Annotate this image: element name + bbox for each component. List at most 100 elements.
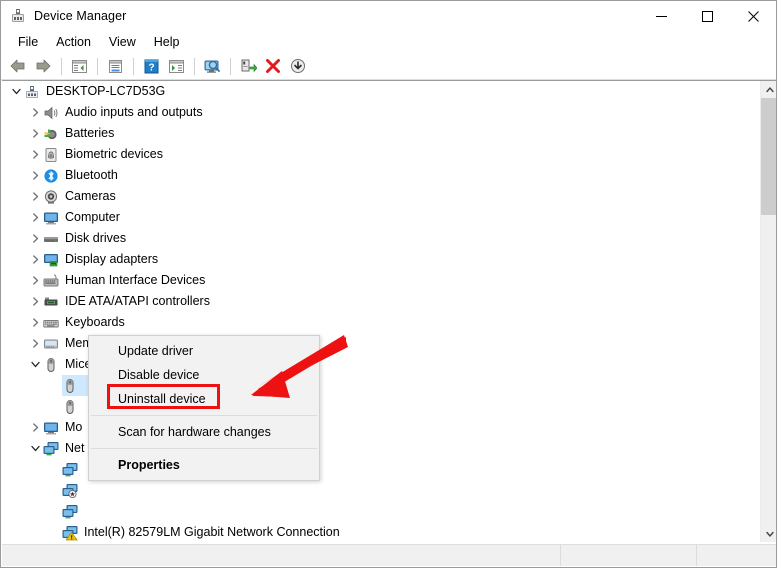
tree-item-batteries[interactable]: Batteries <box>2 123 754 144</box>
toolbar-separator-3 <box>133 57 134 75</box>
tree-item-label: Batteries <box>65 126 115 140</box>
network-adapter-icon <box>43 441 59 457</box>
scroll-up-button[interactable] <box>761 81 776 98</box>
chevron-right-icon[interactable] <box>27 333 43 354</box>
network-adapter-warning-icon <box>62 525 78 541</box>
tree-item-ide-ata-atapi-controllers[interactable]: IDE ATA/ATAPI controllers <box>2 291 754 312</box>
chevron-right-icon[interactable] <box>27 270 43 291</box>
context-menu-item-disable-device[interactable]: Disable device <box>89 363 319 387</box>
window-title: Device Manager <box>34 9 127 23</box>
chevron-right-icon[interactable] <box>27 312 43 333</box>
chevron-right-icon[interactable] <box>27 144 43 165</box>
tree-item-label: Net <box>65 441 85 455</box>
menu-help[interactable]: Help <box>145 32 189 52</box>
help-button[interactable]: ? <box>139 55 163 77</box>
back-button[interactable] <box>6 55 30 77</box>
tree-item-bluetooth[interactable]: Bluetooth <box>2 165 754 186</box>
tree-item-network-device-3[interactable] <box>2 501 754 522</box>
tree-item-human-interface-devices[interactable]: Human Interface Devices <box>2 270 754 291</box>
menu-action[interactable]: Action <box>47 32 100 52</box>
chevron-right-icon[interactable] <box>27 165 43 186</box>
scroll-down-button[interactable] <box>761 525 776 542</box>
fingerprint-icon <box>43 147 59 163</box>
bluetooth-icon <box>43 168 59 184</box>
uninstall-device-button[interactable] <box>261 55 285 77</box>
update-driver-button[interactable] <box>236 55 260 77</box>
context-menu-item-update-driver[interactable]: Update driver <box>89 339 319 363</box>
tree-item-cameras[interactable]: Cameras <box>2 186 754 207</box>
toolbar-separator-2 <box>97 57 98 75</box>
chevron-down-icon[interactable] <box>27 354 43 375</box>
chevron-right-icon[interactable] <box>27 207 43 228</box>
vertical-scrollbar[interactable] <box>760 81 776 542</box>
chevron-down-icon[interactable] <box>8 81 24 102</box>
mouse-icon <box>62 378 78 394</box>
keyboard-icon <box>43 315 59 331</box>
tree-item-label: Audio inputs and outputs <box>65 105 203 119</box>
chevron-right-icon[interactable] <box>27 186 43 207</box>
tree-item-label: Keyboards <box>65 315 125 329</box>
tree-item-computer[interactable]: Computer <box>2 207 754 228</box>
camera-icon <box>43 189 59 205</box>
tree-item-label: Display adapters <box>65 252 159 266</box>
status-panel-1 <box>560 545 696 566</box>
status-bar <box>2 544 776 566</box>
show-hide-action-pane-button[interactable] <box>164 55 188 77</box>
network-adapter-icon <box>62 462 78 478</box>
display-adapter-icon <box>43 252 59 268</box>
device-manager-icon <box>10 8 26 24</box>
title-bar: Device Manager <box>1 1 776 31</box>
toolbar: ? <box>1 53 776 80</box>
chevron-right-icon[interactable] <box>27 228 43 249</box>
chevron-right-icon[interactable] <box>27 249 43 270</box>
tree-item-label: Intel(R) 82579LM Gigabit Network Connect… <box>84 525 340 539</box>
minimize-button[interactable] <box>638 1 684 31</box>
show-hide-console-tree-button[interactable] <box>67 55 91 77</box>
window-controls <box>638 1 776 31</box>
tree-item-label: DESKTOP-LC7D53G <box>46 84 166 98</box>
tree-item-label: IDE ATA/ATAPI controllers <box>65 294 210 308</box>
chevron-down-icon[interactable] <box>27 438 43 459</box>
tree-item-label: Human Interface Devices <box>65 273 206 287</box>
properties-button[interactable] <box>103 55 127 77</box>
svg-text:?: ? <box>148 62 154 73</box>
tree-item-label: Cameras <box>65 189 116 203</box>
scan-hardware-changes-button[interactable] <box>200 55 224 77</box>
chevron-right-icon[interactable] <box>27 102 43 123</box>
monitor-icon <box>43 420 59 436</box>
forward-button[interactable] <box>31 55 55 77</box>
tree-item-audio-inputs-and-outputs[interactable]: Audio inputs and outputs <box>2 102 754 123</box>
maximize-button[interactable] <box>684 1 730 31</box>
scrollbar-thumb[interactable] <box>761 98 776 215</box>
menu-file[interactable]: File <box>9 32 47 52</box>
tree-item-label: Bluetooth <box>65 168 118 182</box>
context-menu-item-scan-for-hardware-changes[interactable]: Scan for hardware changes <box>89 420 319 444</box>
chevron-right-icon[interactable] <box>27 123 43 144</box>
battery-icon <box>43 126 59 142</box>
tree-item-root[interactable]: DESKTOP-LC7D53G <box>2 81 754 102</box>
ide-controller-icon <box>43 294 59 310</box>
chevron-right-icon[interactable] <box>27 417 43 438</box>
tree-item-keyboards[interactable]: Keyboards <box>2 312 754 333</box>
context-menu-item-uninstall-device[interactable]: Uninstall device <box>89 387 319 411</box>
status-panel-2 <box>696 545 776 566</box>
tree-item-label: Disk drives <box>65 231 127 245</box>
tree-item-disk-drives[interactable]: Disk drives <box>2 228 754 249</box>
menu-view[interactable]: View <box>100 32 145 52</box>
tree-item-label: Biometric devices <box>65 147 163 161</box>
tree-item-network-device-2[interactable] <box>2 480 754 501</box>
network-adapter-icon <box>62 504 78 520</box>
tree-item-network-device-intel-82579lm[interactable]: Intel(R) 82579LM Gigabit Network Connect… <box>2 522 754 542</box>
memory-icon <box>43 336 59 352</box>
tree-item-display-adapters[interactable]: Display adapters <box>2 249 754 270</box>
disable-device-button[interactable] <box>286 55 310 77</box>
menu-bar: File Action View Help <box>1 31 776 53</box>
computer-root-icon <box>24 84 40 100</box>
mouse-icon <box>43 357 59 373</box>
mouse-icon <box>62 399 78 415</box>
tree-item-biometric-devices[interactable]: Biometric devices <box>2 144 754 165</box>
toolbar-separator-4 <box>194 57 195 75</box>
chevron-right-icon[interactable] <box>27 291 43 312</box>
context-menu-item-properties[interactable]: Properties <box>89 453 319 477</box>
close-button[interactable] <box>730 1 776 31</box>
